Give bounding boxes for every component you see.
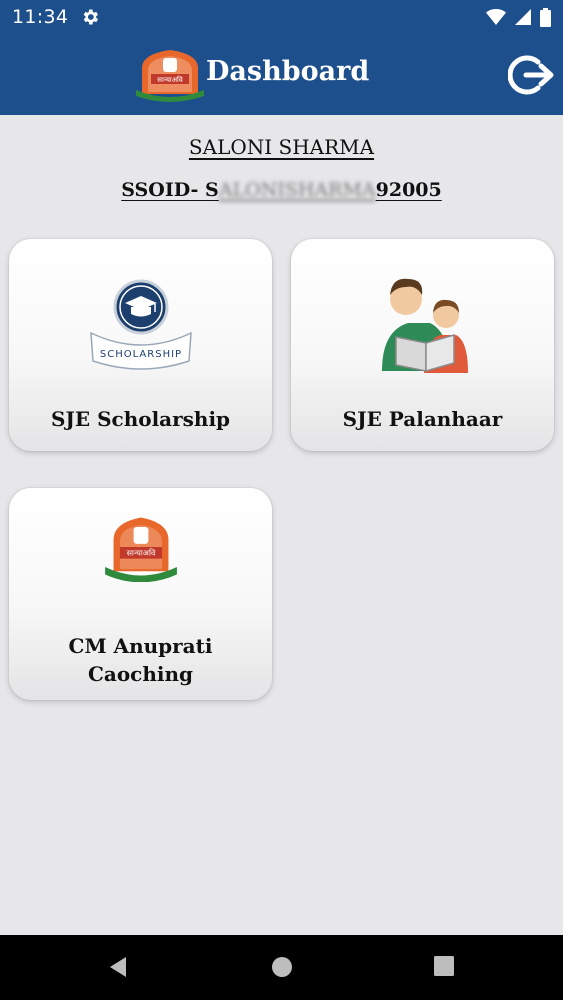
cm-anuprati-label: CM Anuprati Caoching <box>9 632 272 688</box>
gear-icon <box>83 9 99 25</box>
ssoid-obscured: ALONISHARMA <box>218 179 376 201</box>
ssoid-visible-start: S <box>205 179 219 201</box>
back-icon[interactable] <box>106 955 130 979</box>
sje-palanhaar-card[interactable]: SJE Palanhaar <box>291 239 554 451</box>
navigation-bar <box>0 935 563 1000</box>
dashboard-content: SALONI SHARMA SSOID- SALONISHARMA92005 S… <box>0 115 563 935</box>
sje-scholarship-label: SJE Scholarship <box>50 407 231 431</box>
sje-scholarship-card[interactable]: SCHOLARSHIP SJE Scholarship <box>9 239 272 451</box>
home-icon[interactable] <box>270 955 294 979</box>
ssoid-text: SSOID- SALONISHARMA92005 <box>0 179 563 201</box>
svg-text:SCHOLARSHIP: SCHOLARSHIP <box>99 349 181 360</box>
wifi-icon <box>486 9 506 25</box>
ssoid-visible-end: 92005 <box>375 179 442 201</box>
app-bar: सान्याअवि Dashboard <box>0 34 563 115</box>
status-time: 11:34 <box>12 6 69 28</box>
signal-icon <box>515 9 531 25</box>
sje-palanhaar-label: SJE Palanhaar <box>342 407 503 431</box>
cm-anuprati-card[interactable]: सान्याअवि CM Anuprati Caoching <box>9 488 272 700</box>
department-emblem-logo: सान्याअवि <box>136 50 204 102</box>
status-bar: 11:34 <box>0 0 563 34</box>
user-name: SALONI SHARMA <box>188 135 375 159</box>
department-emblem-icon: सान्याअवि <box>104 517 177 582</box>
svg-text:सान्याअवि: सान्याअवि <box>126 547 155 557</box>
cm-anuprati-label-line1: CM Anuprati <box>68 634 213 658</box>
battery-icon <box>540 7 551 27</box>
svg-text:सान्याअवि: सान्याअवि <box>157 75 183 84</box>
page-title: Dashboard <box>206 56 370 87</box>
recents-icon[interactable] <box>433 955 455 977</box>
parent-child-reading-icon <box>381 278 468 373</box>
ssoid-label: SSOID- <box>121 179 206 201</box>
cm-anuprati-label-line2: Caoching <box>87 662 194 686</box>
scholarship-icon: SCHOLARSHIP <box>89 279 192 370</box>
logout-icon[interactable] <box>508 54 554 96</box>
